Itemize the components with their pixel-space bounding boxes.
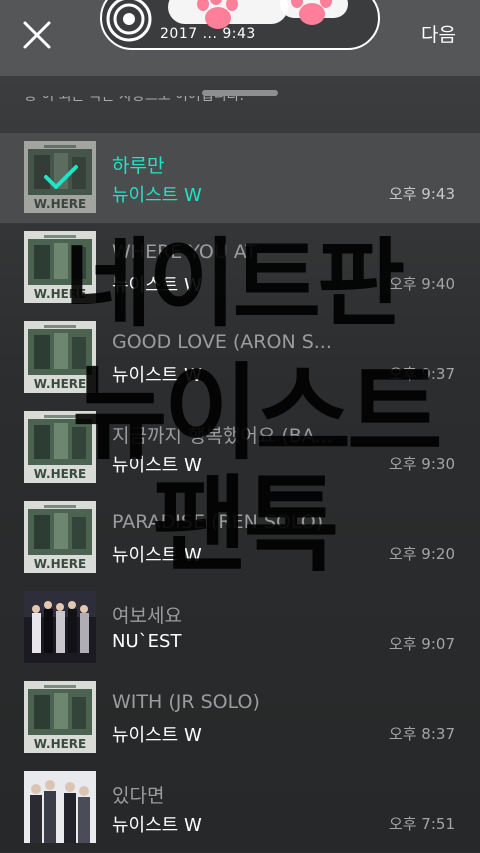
track-played-time: 오후 9:40 (388, 275, 455, 293)
track-title: WITH (JR SOLO) (112, 691, 260, 713)
track-artist: 뉴이스트 W (112, 365, 202, 386)
track-title: 지금까지 행복했어요 (BA... (112, 425, 333, 447)
album-cover-image: W.HERE (24, 411, 96, 483)
track-title: 여보세요 (112, 605, 182, 627)
track-artist: 뉴이스트 W (112, 815, 202, 836)
track-title: PARADISE (REN SOLO) (112, 511, 324, 533)
track-artist: 뉴이스트 W (112, 275, 202, 296)
sheet-hint-text: 송 이 되는 곡은 자동으로 이어집니다. (24, 96, 244, 104)
track-artist: 뉴이스트 W (112, 725, 202, 746)
paw-sticker-icon (197, 0, 238, 29)
track-row[interactable]: 있다면뉴이스트 W 오후 7:51 (0, 763, 480, 853)
track-row[interactable]: W.HERE WHERE YOU AT 뉴이스트 W 오후 9:40 (0, 223, 480, 313)
track-row[interactable]: W.HERE 하루만뉴이스트 W 오후 9:43 (0, 133, 480, 223)
track-played-time: 오후 9:07 (388, 635, 455, 653)
track-title: 있다면 (112, 785, 165, 807)
track-list: W.HERE 하루만뉴이스트 W 오후 9:43 W.HERE WHERE YOU AT… (0, 133, 480, 853)
album-cover-image: W.HERE (24, 681, 96, 753)
svg-text:W.HERE: W.HERE (34, 557, 87, 571)
top-bar: 2017 ... 9:43 다음 (0, 0, 480, 76)
disc-icon (106, 0, 152, 42)
album-cover-image: W.HERE (24, 141, 96, 213)
checkmark-icon (24, 141, 96, 213)
track-row[interactable]: W.HERE GOOD LOVE (ARON S... 뉴이스트 W 오후 9:37 (0, 313, 480, 403)
track-title: WHERE YOU AT (112, 241, 257, 263)
album-cover-image (24, 591, 96, 663)
track-played-time: 오후 9:20 (388, 545, 455, 563)
album-cover-image: W.HERE (24, 231, 96, 303)
album-cover-image: W.HERE (24, 321, 96, 393)
track-title: GOOD LOVE (ARON S... (112, 331, 332, 353)
track-artist: 뉴이스트 W (112, 185, 202, 206)
track-played-time: 오후 9:37 (388, 365, 455, 383)
track-played-time: 오후 9:30 (388, 455, 455, 473)
track-artist: 뉴이스트 W (112, 545, 202, 566)
track-row[interactable]: W.HERE WITH (JR SOLO) 뉴이스트 W 오후 8:37 (0, 673, 480, 763)
track-artist: 뉴이스트 W (112, 455, 202, 476)
svg-text:W.HERE: W.HERE (34, 287, 87, 301)
album-cover-image (24, 771, 96, 843)
close-icon (23, 21, 51, 49)
svg-text:W.HERE: W.HERE (34, 737, 87, 751)
track-played-time: 오후 8:37 (388, 725, 455, 743)
recent-tracks-sheet: 송 이 되는 곡은 자동으로 이어집니다. W.HERE 하루만뉴이스트 W 오후 … (0, 76, 480, 852)
track-row[interactable]: W.HERE 지금까지 행복했어요 (BA... 뉴이스트 W 오후 9:30 (0, 403, 480, 493)
album-cover-image: W.HERE (24, 501, 96, 573)
track-artist: NU`EST (112, 631, 182, 652)
track-title: 하루만 (112, 155, 165, 177)
track-row[interactable]: 여보세요 NU`EST 오후 9:07 (0, 583, 480, 673)
track-played-time: 오후 7:51 (388, 815, 455, 833)
svg-text:W.HERE: W.HERE (34, 467, 87, 481)
paw-sticker-icon (291, 0, 332, 25)
svg-text:W.HERE: W.HERE (34, 377, 87, 391)
track-row[interactable]: W.HERE PARADISE (REN SOLO) 뉴이스트 W 오후 9:20 (0, 493, 480, 583)
next-button[interactable]: 다음 (421, 20, 456, 47)
track-played-time: 오후 9:43 (388, 185, 455, 203)
close-button[interactable] (20, 18, 54, 52)
